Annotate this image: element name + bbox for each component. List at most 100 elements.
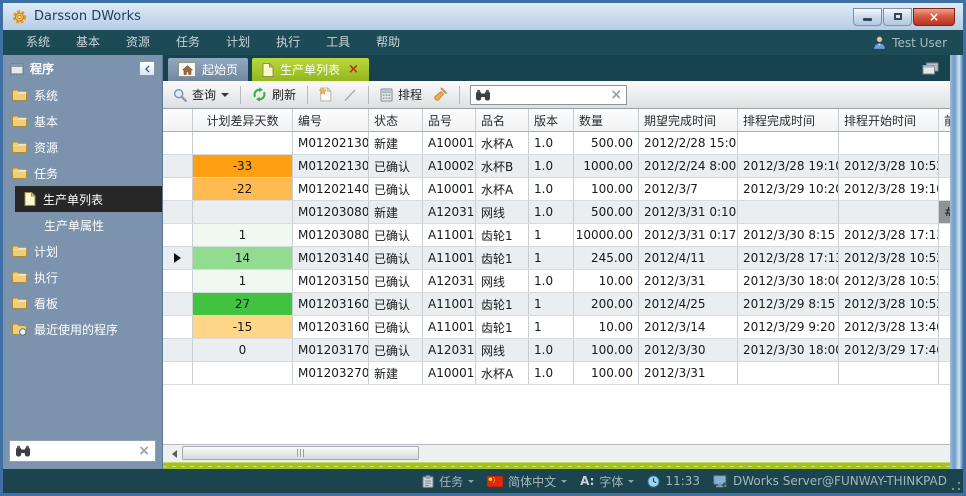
- cell[interactable]: 1000.00: [574, 155, 639, 177]
- cell[interactable]: 齿轮1: [476, 224, 529, 246]
- cell[interactable]: [939, 132, 950, 154]
- cell[interactable]: -33: [193, 155, 293, 177]
- cell[interactable]: A12031: [423, 201, 476, 223]
- cell[interactable]: 1.0: [529, 132, 574, 154]
- sidebar-collapse-button[interactable]: [139, 61, 155, 76]
- sidebar-item[interactable]: 计划: [3, 238, 162, 264]
- column-header[interactable]: 状态: [369, 109, 423, 131]
- tab-close-icon[interactable]: ×: [348, 63, 359, 76]
- menu-item[interactable]: 工具: [313, 30, 363, 55]
- cell[interactable]: 1: [529, 247, 574, 269]
- chevron-down-icon[interactable]: [561, 480, 567, 486]
- cell[interactable]: 已确认: [369, 293, 423, 315]
- chevron-down-icon[interactable]: [468, 480, 474, 486]
- restore-button[interactable]: [883, 8, 912, 26]
- cell[interactable]: [939, 178, 950, 200]
- sidebar-search-input[interactable]: [35, 443, 134, 459]
- cell[interactable]: 新建: [369, 201, 423, 223]
- schedule-button[interactable]: 排程: [377, 84, 425, 105]
- table-row[interactable]: M012032701新建A10001水杯A1.0100.002012/3/31: [163, 362, 950, 385]
- cell[interactable]: 500.00: [574, 132, 639, 154]
- table-row[interactable]: 0M012031701已确认A12031网线1.0100.002012/3/30…: [163, 339, 950, 362]
- cell[interactable]: 2012/2/28 15:00: [639, 132, 738, 154]
- cell[interactable]: 2012/3/28 10:52: [839, 247, 939, 269]
- cell[interactable]: 2012/3/28 17:13: [839, 224, 939, 246]
- table-row[interactable]: 1M012030802已确认A11001齿轮1110000.002012/3/3…: [163, 224, 950, 247]
- cell[interactable]: [738, 201, 839, 223]
- column-header[interactable]: 期望完成时间: [639, 109, 738, 131]
- cell[interactable]: 2012/3/29 9:20: [738, 316, 839, 338]
- sidebar-search-box[interactable]: ×: [9, 440, 156, 462]
- cell[interactable]: 1: [529, 224, 574, 246]
- cell[interactable]: 已确认: [369, 155, 423, 177]
- table-row[interactable]: M012030801新建A12031网线1.0500.002012/3/31 0…: [163, 201, 950, 224]
- cell[interactable]: 1.0: [529, 155, 574, 177]
- scroll-left-arrow-icon[interactable]: [165, 447, 179, 460]
- cell[interactable]: A11001: [423, 293, 476, 315]
- cell[interactable]: 2012/3/28 10:52: [839, 293, 939, 315]
- status-item[interactable]: A:字体: [580, 473, 634, 490]
- cell[interactable]: 2012/3/28 19:10: [839, 178, 939, 200]
- cell[interactable]: 2012/3/30: [639, 339, 738, 361]
- cell[interactable]: 1.0: [529, 362, 574, 384]
- cell[interactable]: [193, 201, 293, 223]
- column-header[interactable]: 排程开始时间: [839, 109, 939, 131]
- cell[interactable]: 0: [193, 339, 293, 361]
- cell[interactable]: 500.00: [574, 201, 639, 223]
- cell[interactable]: M012031701: [293, 339, 369, 361]
- sidebar-item[interactable]: 基本: [3, 108, 162, 134]
- cell[interactable]: 1: [529, 316, 574, 338]
- menu-item[interactable]: 帮助: [363, 30, 413, 55]
- tab[interactable]: 生产单列表×: [252, 58, 369, 81]
- cell[interactable]: 新建: [369, 132, 423, 154]
- menu-item[interactable]: 执行: [263, 30, 313, 55]
- cell[interactable]: A10002: [423, 155, 476, 177]
- table-row[interactable]: M012021301新建A10001水杯A1.0500.002012/2/28 …: [163, 132, 950, 155]
- cell[interactable]: 齿轮1: [476, 316, 529, 338]
- status-item[interactable]: 简体中文: [487, 473, 567, 490]
- cell[interactable]: 200.00: [574, 293, 639, 315]
- cell[interactable]: M012032701: [293, 362, 369, 384]
- cell[interactable]: [939, 293, 950, 315]
- cell[interactable]: 齿轮1: [476, 247, 529, 269]
- cell[interactable]: 已确认: [369, 247, 423, 269]
- status-item[interactable]: DWorks Server@FUNWAY-THINKPAD: [713, 474, 947, 488]
- column-header[interactable]: 品号: [423, 109, 476, 131]
- cell[interactable]: [939, 270, 950, 292]
- cell[interactable]: 10000.00: [574, 224, 639, 246]
- menu-item[interactable]: 系统: [13, 30, 63, 55]
- cell[interactable]: [939, 247, 950, 269]
- cell[interactable]: A12031: [423, 339, 476, 361]
- cell[interactable]: 1.0: [529, 178, 574, 200]
- cell[interactable]: M012030802: [293, 224, 369, 246]
- cell[interactable]: 水杯A: [476, 178, 529, 200]
- cell[interactable]: M012021302: [293, 155, 369, 177]
- cell[interactable]: 1: [193, 224, 293, 246]
- new-document-button[interactable]: [316, 85, 335, 104]
- cell[interactable]: 2012/3/30 18:00: [738, 270, 839, 292]
- cell[interactable]: [939, 316, 950, 338]
- cell[interactable]: 2012/3/31: [639, 270, 738, 292]
- cell[interactable]: 2012/3/28 13:40: [839, 316, 939, 338]
- cell[interactable]: -15: [193, 316, 293, 338]
- scrollbar-thumb[interactable]: [182, 446, 419, 460]
- cell[interactable]: 2012/3/31 0:17: [639, 224, 738, 246]
- cell[interactable]: 2012/3/30 8:15: [738, 224, 839, 246]
- column-header[interactable]: 前: [939, 109, 950, 131]
- cell[interactable]: 27: [193, 293, 293, 315]
- cell[interactable]: #: [939, 201, 950, 223]
- cell[interactable]: 水杯B: [476, 155, 529, 177]
- cell[interactable]: 100.00: [574, 362, 639, 384]
- cell[interactable]: 1.0: [529, 201, 574, 223]
- cell[interactable]: 245.00: [574, 247, 639, 269]
- cell[interactable]: 已确认: [369, 339, 423, 361]
- cell[interactable]: [939, 224, 950, 246]
- cell[interactable]: A10001: [423, 178, 476, 200]
- cell[interactable]: 2012/3/7: [639, 178, 738, 200]
- menu-item[interactable]: 任务: [163, 30, 213, 55]
- cell[interactable]: [193, 132, 293, 154]
- cell[interactable]: 水杯A: [476, 132, 529, 154]
- cell[interactable]: M012031402: [293, 247, 369, 269]
- cell[interactable]: [939, 362, 950, 384]
- toolbar-search-box[interactable]: ×: [470, 85, 627, 105]
